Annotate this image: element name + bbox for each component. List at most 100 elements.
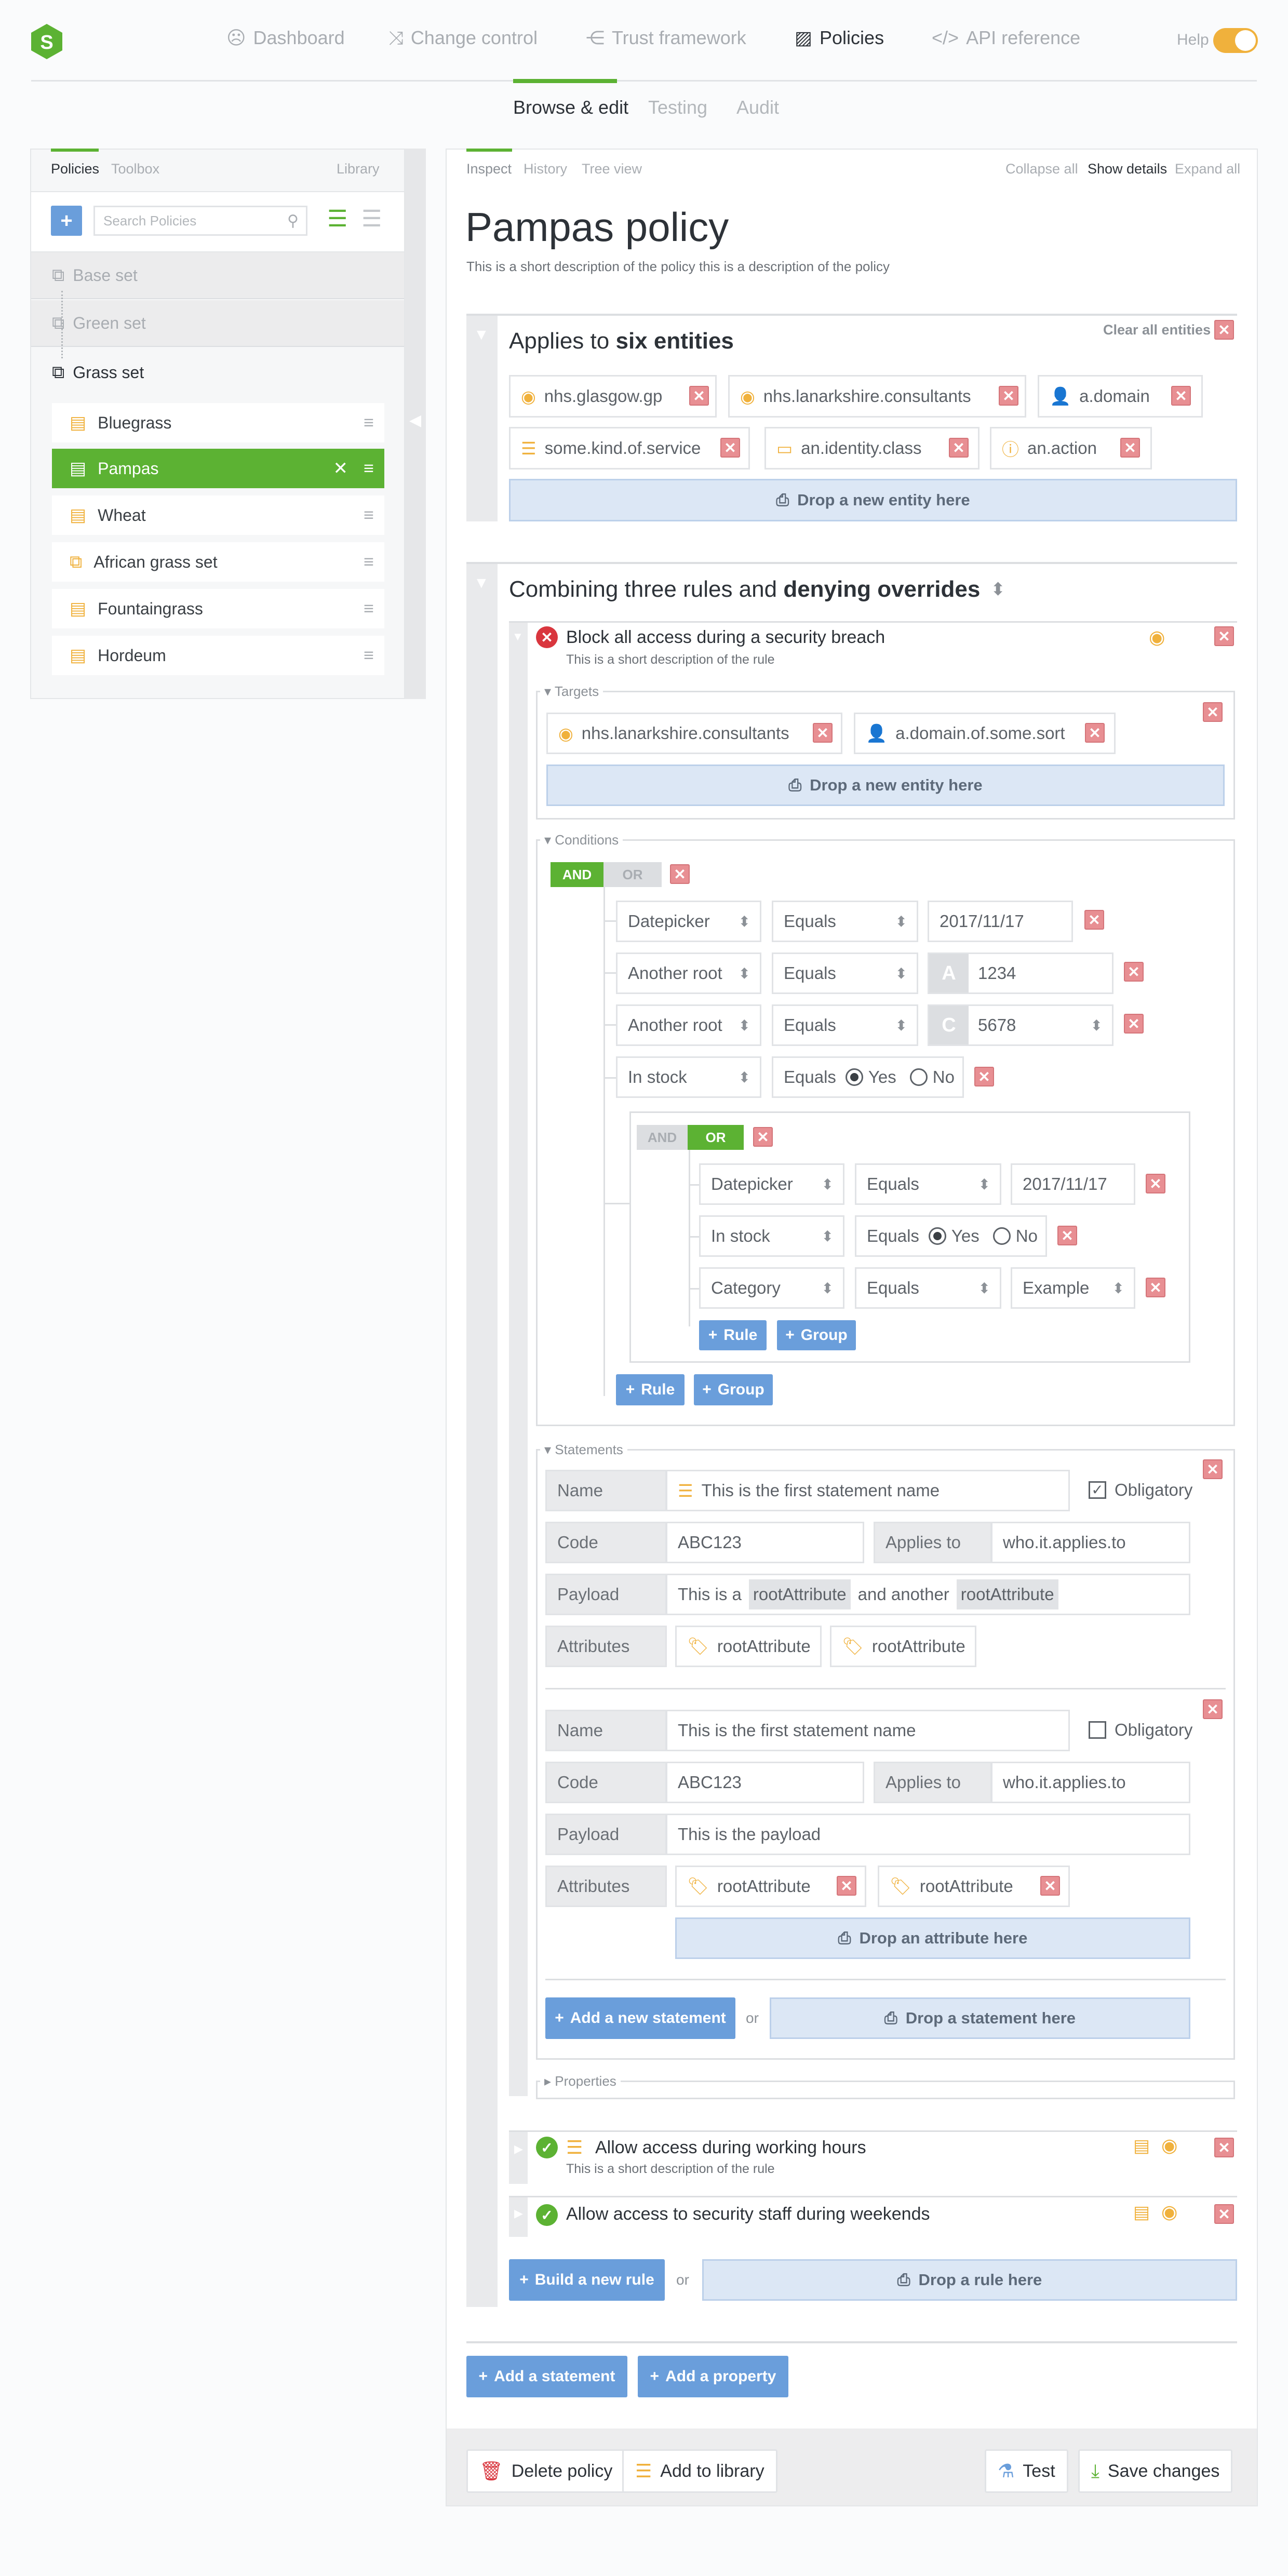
list-view-icon[interactable]: ☰ [361, 208, 382, 231]
payload-attribute-token[interactable]: rootAttribute [956, 1579, 1058, 1609]
radio-no[interactable] [909, 1068, 928, 1086]
rule-collapse-bar[interactable]: ▼ [509, 623, 528, 2096]
add-group-button[interactable]: + Group [694, 1374, 773, 1405]
set-base[interactable]: ⧉ Base set [31, 252, 404, 299]
entity-chip[interactable]: 👤 a.domain ✕ [1038, 375, 1203, 418]
add-policy-button[interactable]: + [51, 206, 82, 236]
nav-api-reference[interactable]: </> API reference [932, 27, 1080, 49]
rule-title[interactable]: Allow access to security staff during we… [566, 2204, 930, 2224]
condition-date-input[interactable]: 2017/11/17 [1011, 1163, 1135, 1205]
or-toggle[interactable]: OR [688, 1125, 744, 1150]
delete-policy-button[interactable]: 🗑 Delete policy [466, 2449, 626, 2493]
or-toggle[interactable]: OR [603, 862, 662, 887]
target-icon[interactable]: ◉ [1149, 626, 1165, 648]
remove-target-button[interactable]: ✕ [813, 723, 833, 743]
radio-yes[interactable] [928, 1227, 946, 1245]
condition-field-select[interactable]: Another root [616, 1004, 761, 1046]
sidebar-tab-policies[interactable]: Policies [51, 161, 99, 177]
drag-handle-icon[interactable]: ≡ [364, 646, 374, 666]
rule-description[interactable]: This is a short description of the rule [566, 652, 775, 667]
obligatory-checkbox[interactable]: ✓ Obligatory [1089, 1480, 1192, 1500]
policy-description[interactable]: This is a short description of the polic… [466, 259, 890, 275]
remove-statement-button[interactable]: ✕ [1203, 1459, 1223, 1479]
nav-change-control[interactable]: ⤨ Change control [388, 27, 538, 49]
tree-item-pampas[interactable]: ▤ Pampas ✕ ≡ [52, 449, 384, 488]
statement-code-input[interactable]: ABC123 [666, 1762, 864, 1803]
policy-title[interactable]: Pampas policy [465, 204, 729, 251]
entity-dropzone[interactable]: ⎙ Drop a new entity here [509, 479, 1237, 521]
clear-all-entities[interactable]: Clear all entities [1103, 322, 1211, 338]
subnav-browse-edit[interactable]: Browse & edit [513, 97, 628, 118]
radio-no[interactable] [992, 1227, 1011, 1245]
remove-group-button[interactable]: ✕ [753, 1127, 773, 1147]
sidebar-collapse-handle[interactable]: ◀ [405, 149, 426, 699]
entity-chip[interactable]: ▭ an.identity.class ✕ [764, 427, 980, 469]
attribute-dropzone[interactable]: ⎙ Drop an attribute here [675, 1917, 1190, 1959]
remove-condition-button[interactable]: ✕ [1124, 1014, 1144, 1034]
remove-rule-button[interactable]: ✕ [1214, 626, 1234, 646]
rule-title[interactable]: Allow access during working hours [595, 2138, 866, 2158]
toolbar-show-details[interactable]: Show details [1088, 161, 1167, 177]
rule-expand-bar[interactable]: ▶ [509, 2132, 528, 2184]
condition-field-select[interactable]: Datepicker [616, 901, 761, 942]
remove-entity-button[interactable]: ✕ [1120, 438, 1140, 458]
nav-dashboard[interactable]: ☹ Dashboard [226, 27, 345, 49]
subnav-audit[interactable]: Audit [736, 97, 779, 118]
toolbar-history[interactable]: History [524, 161, 567, 177]
tree-item-african-grass-set[interactable]: ⧉ African grass set ≡ [52, 542, 384, 582]
remove-statement-button[interactable]: ✕ [1203, 1699, 1223, 1719]
condition-field-select[interactable]: Datepicker [699, 1163, 844, 1205]
sidebar-library-link[interactable]: Library [337, 161, 380, 177]
help-toggle[interactable] [1213, 28, 1258, 53]
statements-legend[interactable]: ▾ Statements [540, 1442, 627, 1458]
obligatory-checkbox[interactable]: Obligatory [1089, 1720, 1192, 1740]
value-type-badge[interactable]: A [929, 954, 969, 992]
remove-target-button[interactable]: ✕ [1085, 723, 1105, 743]
comment-icon[interactable]: ▤ [1133, 2136, 1150, 2156]
properties-legend[interactable]: ▸ Properties [540, 2073, 621, 2089]
remove-rule-button[interactable]: ✕ [1214, 2138, 1234, 2157]
sidebar-tab-toolbox[interactable]: Toolbox [111, 161, 159, 177]
tree-item-wheat[interactable]: ▤ Wheat ≡ [52, 495, 384, 535]
target-icon[interactable]: ◉ [1161, 2201, 1177, 2223]
condition-field-select[interactable]: Category [699, 1267, 844, 1309]
remove-condition-button[interactable]: ✕ [1146, 1278, 1165, 1297]
target-icon[interactable]: ◉ [1161, 2135, 1177, 2156]
and-toggle[interactable]: AND [551, 862, 603, 887]
condition-value-select[interactable]: Example [1011, 1267, 1135, 1309]
condition-operator-select[interactable]: Equals [855, 1267, 1001, 1309]
entity-chip[interactable]: ◉ nhs.glasgow.gp ✕ [509, 375, 717, 418]
statement-name-input[interactable]: ☰ This is the first statement name [666, 1470, 1070, 1511]
and-or-switch[interactable]: AND OR [551, 862, 662, 887]
group-and-or-switch[interactable]: AND OR [637, 1125, 744, 1150]
radio-yes[interactable] [845, 1068, 863, 1086]
statement-applies-input[interactable]: who.it.applies.to [991, 1762, 1190, 1803]
drag-handle-icon[interactable]: ≡ [364, 459, 374, 479]
toolbar-collapse-all[interactable]: Collapse all [1005, 161, 1078, 177]
remove-attribute-button[interactable]: ✕ [1040, 1876, 1060, 1896]
app-logo[interactable]: S [30, 23, 63, 60]
remove-condition-group-button[interactable]: ✕ [670, 864, 690, 884]
drag-handle-icon[interactable]: ≡ [364, 599, 374, 619]
condition-field-select[interactable]: Another root [616, 952, 761, 994]
payload-attribute-token[interactable]: rootAttribute [748, 1579, 851, 1609]
condition-operator-select[interactable]: Equals [772, 1004, 918, 1046]
target-chip[interactable]: 👤 a.domain.of.some.sort ✕ [854, 713, 1116, 754]
target-dropzone[interactable]: ⎙ Drop a new entity here [546, 764, 1225, 806]
entity-chip[interactable]: ◉ nhs.lanarkshire.consultants ✕ [728, 375, 1026, 418]
set-green[interactable]: ⧉ Green set [31, 300, 404, 347]
test-button[interactable]: ⚗ Test [985, 2449, 1068, 2493]
condition-operator-select[interactable]: Equals [855, 1163, 1001, 1205]
attribute-chip[interactable]: 🏷 rootAttribute [675, 1626, 822, 1667]
remove-condition-button[interactable]: ✕ [1084, 910, 1104, 930]
entities-collapse-bar[interactable]: ▼ [466, 316, 498, 521]
remove-rule-button[interactable]: ✕ [1214, 2204, 1234, 2224]
remove-entity-button[interactable]: ✕ [949, 438, 969, 458]
rule-expand-bar[interactable]: ▶ [509, 2197, 528, 2237]
remove-condition-button[interactable]: ✕ [1146, 1174, 1165, 1193]
sort-icon[interactable]: ⬍ [990, 579, 1005, 600]
remove-entity-button[interactable]: ✕ [689, 386, 709, 406]
set-grass[interactable]: ⧉ Grass set [31, 349, 404, 396]
toolbar-expand-all[interactable]: Expand all [1175, 161, 1240, 177]
statement-code-input[interactable]: ABC123 [666, 1522, 864, 1563]
